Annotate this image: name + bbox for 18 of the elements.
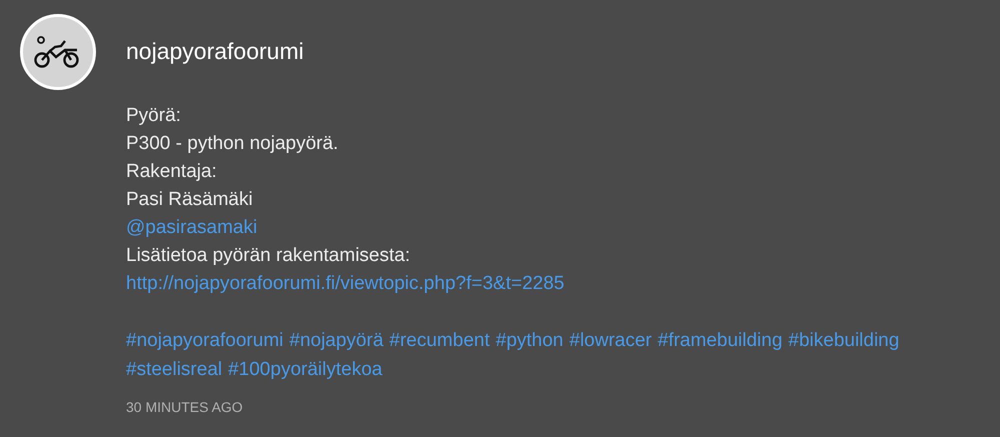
hashtag-link[interactable]: #framebuilding [658,326,782,355]
hashtag-link[interactable]: #lowracer [569,326,652,355]
hashtag-link[interactable]: #nojapyörä [289,326,384,355]
hashtag-link[interactable]: #python [496,326,564,355]
post-text: Pasi Räsämäki [126,188,253,212]
timestamp: 30 MINUTES AGO [126,398,243,416]
post-text: Pyörä: [126,104,181,128]
hashtag-link[interactable]: #100pyoräilytekoa [228,355,382,384]
post-text: Lisätietoa pyörän rakentamisesta: [126,244,410,268]
hashtag-link[interactable]: #bikebuilding [788,326,900,355]
username[interactable]: nojapyorafoorumi [126,36,946,66]
hashtag-link[interactable]: #steelisreal [126,355,222,384]
post-link[interactable]: http://nojapyorafoorumi.fi/viewtopic.php?f=3&t=2285 [126,270,564,298]
hashtag-link[interactable]: #recumbent [389,326,490,355]
post-text: P300 - python nojapyörä. [126,132,338,156]
post-link[interactable]: @pasirasamaki [126,214,258,242]
post-text: Rakentaja: [126,160,217,184]
hashtag-link[interactable]: #nojapyorafoorumi [126,326,284,355]
